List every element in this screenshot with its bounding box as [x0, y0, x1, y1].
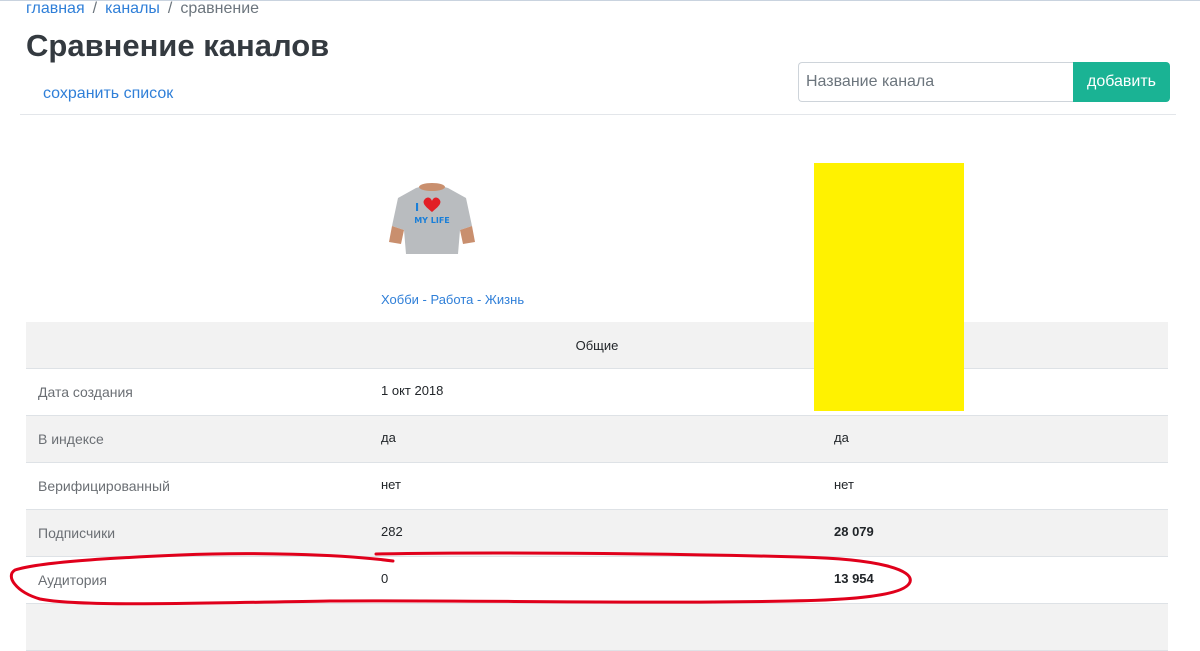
table-row: В индексе да да [26, 416, 1168, 463]
table-row: Аудитория 0 13 954 [26, 557, 1168, 604]
tshirt-text-i: I [415, 201, 419, 214]
breadcrumb-current: сравнение [180, 0, 260, 17]
header-divider [20, 114, 1176, 115]
channel-b-value: нет [834, 477, 854, 492]
breadcrumb-separator: / [92, 0, 98, 17]
tshirt-text-mylife: MY LIFE [414, 216, 450, 225]
section-label: Общие [575, 338, 619, 353]
channel-name-link[interactable]: Хобби - Работа - Жизнь [381, 292, 524, 307]
channel-b-value: 13 954 [834, 571, 874, 586]
table-row: Подписчики 282 28 079 [26, 510, 1168, 557]
breadcrumb: главная / каналы / сравнение [26, 0, 259, 18]
add-channel-form: добавить [798, 62, 1170, 102]
tshirt-icon[interactable]: I MY LIFE [386, 180, 478, 258]
save-list-link[interactable]: сохранить список [43, 85, 173, 103]
channel-a-value: 1 окт 2018 [381, 383, 444, 398]
row-label: Дата создания [38, 384, 133, 400]
breadcrumb-channels-link[interactable]: каналы [105, 0, 160, 17]
page-title: Сравнение каналов [26, 28, 330, 63]
table-row [26, 604, 1168, 651]
add-button[interactable]: добавить [1073, 62, 1170, 102]
table-section-header: Общие [26, 322, 1168, 369]
channel-a-value: 0 [381, 571, 389, 586]
table-row: Верифицированный нет нет [26, 463, 1168, 510]
breadcrumb-home-link[interactable]: главная [26, 0, 85, 17]
channel-b-value: да [834, 430, 849, 445]
channel-a-value: нет [381, 477, 401, 492]
channel-name-input[interactable] [798, 62, 1073, 102]
channel-a-value: 282 [381, 524, 403, 539]
row-label: Аудитория [38, 572, 107, 588]
table-row: Дата создания 1 окт 2018 [26, 369, 1168, 416]
channel-b-value: 28 079 [834, 524, 874, 539]
redacted-channel-block [814, 163, 964, 411]
row-label: Верифицированный [38, 478, 170, 494]
channel-a-value: да [381, 430, 396, 445]
breadcrumb-separator: / [167, 0, 173, 17]
row-label: В индексе [38, 431, 104, 447]
row-label: Подписчики [38, 525, 116, 541]
comparison-table: Общие Дата создания 1 окт 2018 В индексе… [26, 322, 1168, 651]
